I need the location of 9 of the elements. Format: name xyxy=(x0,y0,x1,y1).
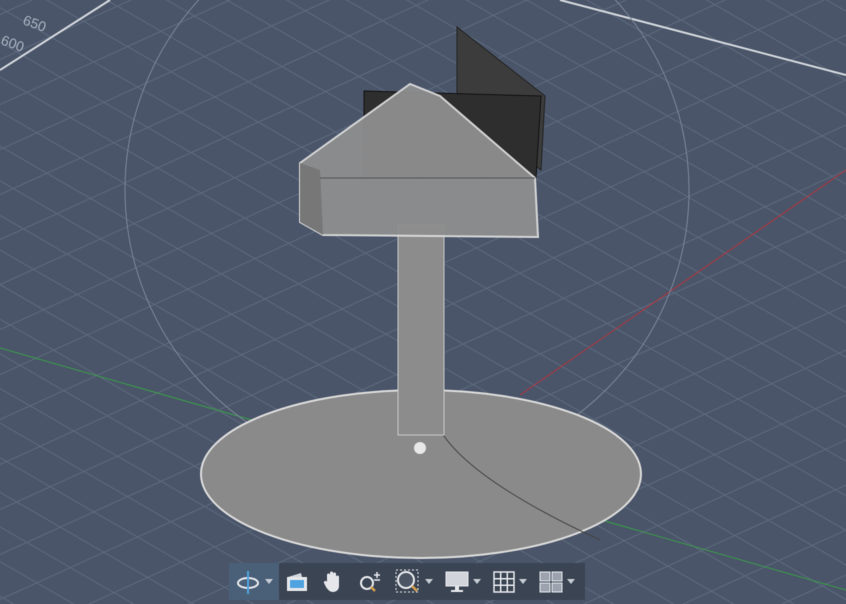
grid-icon xyxy=(493,570,515,592)
monitor-icon xyxy=(445,570,469,592)
orbit-icon xyxy=(235,568,261,594)
camera-icon xyxy=(285,570,309,592)
viewport-canvas[interactable]: 650 600 xyxy=(0,0,846,604)
zoom-icon xyxy=(357,570,383,594)
viewports-icon xyxy=(539,570,563,592)
tool-button[interactable] xyxy=(229,563,279,600)
zoom-window-icon xyxy=(395,568,421,594)
